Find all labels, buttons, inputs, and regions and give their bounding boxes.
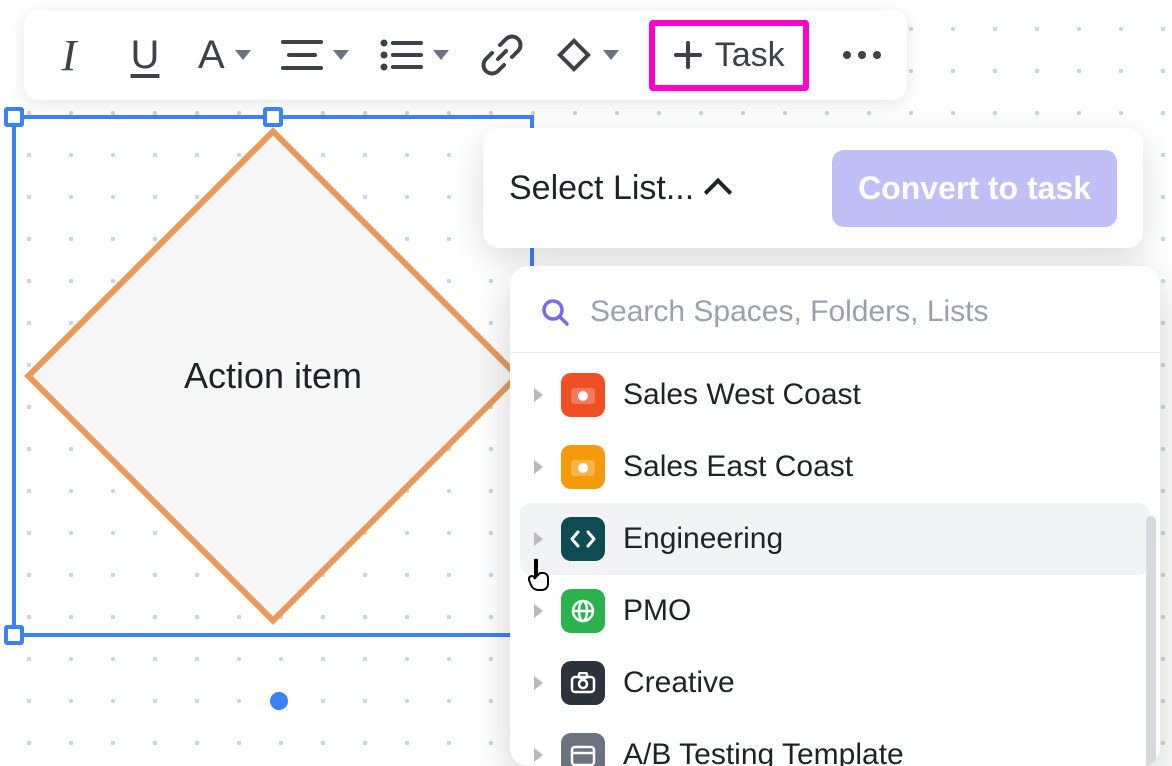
underline-button[interactable]: U: [122, 25, 168, 85]
list-item-label: Sales East Coast: [623, 450, 853, 484]
expand-triangle-icon[interactable]: [534, 604, 543, 618]
space-icon: [561, 517, 605, 561]
scrollbar-thumb[interactable]: [1146, 516, 1156, 766]
shape-label[interactable]: Action item: [16, 355, 530, 397]
align-button[interactable]: [281, 25, 349, 85]
text-color-button[interactable]: A: [198, 25, 251, 85]
convert-to-task-button[interactable]: Convert to task: [832, 150, 1117, 227]
chevron-down-icon: [235, 50, 251, 60]
pointer-cursor-icon: [528, 558, 558, 592]
expand-triangle-icon[interactable]: [534, 748, 543, 762]
space-icon: [561, 589, 605, 633]
expand-triangle-icon[interactable]: [534, 460, 543, 474]
list-button[interactable]: [379, 25, 449, 85]
list-item[interactable]: A/B Testing Template: [520, 719, 1150, 766]
space-icon: [561, 733, 605, 766]
list-item[interactable]: Sales West Coast: [520, 359, 1150, 431]
link-icon: [480, 33, 524, 77]
list-item[interactable]: Creative: [520, 647, 1150, 719]
space-icon: [561, 373, 605, 417]
search-row: [510, 266, 1160, 353]
plus-icon: [673, 40, 703, 70]
text-color-icon: A: [198, 33, 225, 78]
list-item[interactable]: Sales East Coast: [520, 431, 1150, 503]
list-item[interactable]: PMO: [520, 575, 1150, 647]
task-button[interactable]: Task: [649, 20, 809, 91]
italic-icon: I: [62, 30, 77, 81]
list-item-label: Creative: [623, 666, 735, 700]
formatting-toolbar: I U A: [24, 10, 907, 100]
link-button[interactable]: [479, 25, 525, 85]
underline-icon: U: [131, 33, 160, 78]
list-item-label: Sales West Coast: [623, 378, 861, 412]
shape-button[interactable]: [555, 25, 619, 85]
diamond-icon: [555, 36, 593, 74]
space-icon: [561, 661, 605, 705]
convert-button-label: Convert to task: [858, 170, 1091, 206]
more-icon: [843, 51, 881, 59]
list-item[interactable]: Engineering: [520, 503, 1150, 575]
list-picker-dropdown: Sales West Coast Sales East Coast Engineer…: [510, 266, 1160, 766]
task-button-label: Task: [715, 36, 785, 75]
connector-dot[interactable]: [270, 692, 288, 710]
expand-triangle-icon[interactable]: [534, 676, 543, 690]
select-list-toggle[interactable]: Select List...: [509, 169, 728, 208]
select-list-label: Select List...: [509, 169, 694, 208]
list-item-label: PMO: [623, 594, 691, 628]
selection-frame[interactable]: Action item: [12, 115, 534, 637]
chevron-up-icon: [704, 178, 732, 206]
expand-triangle-icon[interactable]: [534, 532, 543, 546]
list-item-label: A/B Testing Template: [623, 738, 904, 766]
chevron-down-icon: [333, 50, 349, 60]
search-input[interactable]: [588, 294, 1130, 330]
search-icon: [540, 297, 570, 327]
align-icon: [281, 38, 323, 72]
more-button[interactable]: [839, 25, 885, 85]
chevron-down-icon: [603, 50, 619, 60]
list-icon: [379, 38, 423, 72]
chevron-down-icon: [433, 50, 449, 60]
expand-triangle-icon[interactable]: [534, 388, 543, 402]
select-list-panel: Select List... Convert to task: [483, 128, 1143, 248]
list-item-label: Engineering: [623, 522, 783, 556]
space-icon: [561, 445, 605, 489]
italic-button[interactable]: I: [46, 25, 92, 85]
